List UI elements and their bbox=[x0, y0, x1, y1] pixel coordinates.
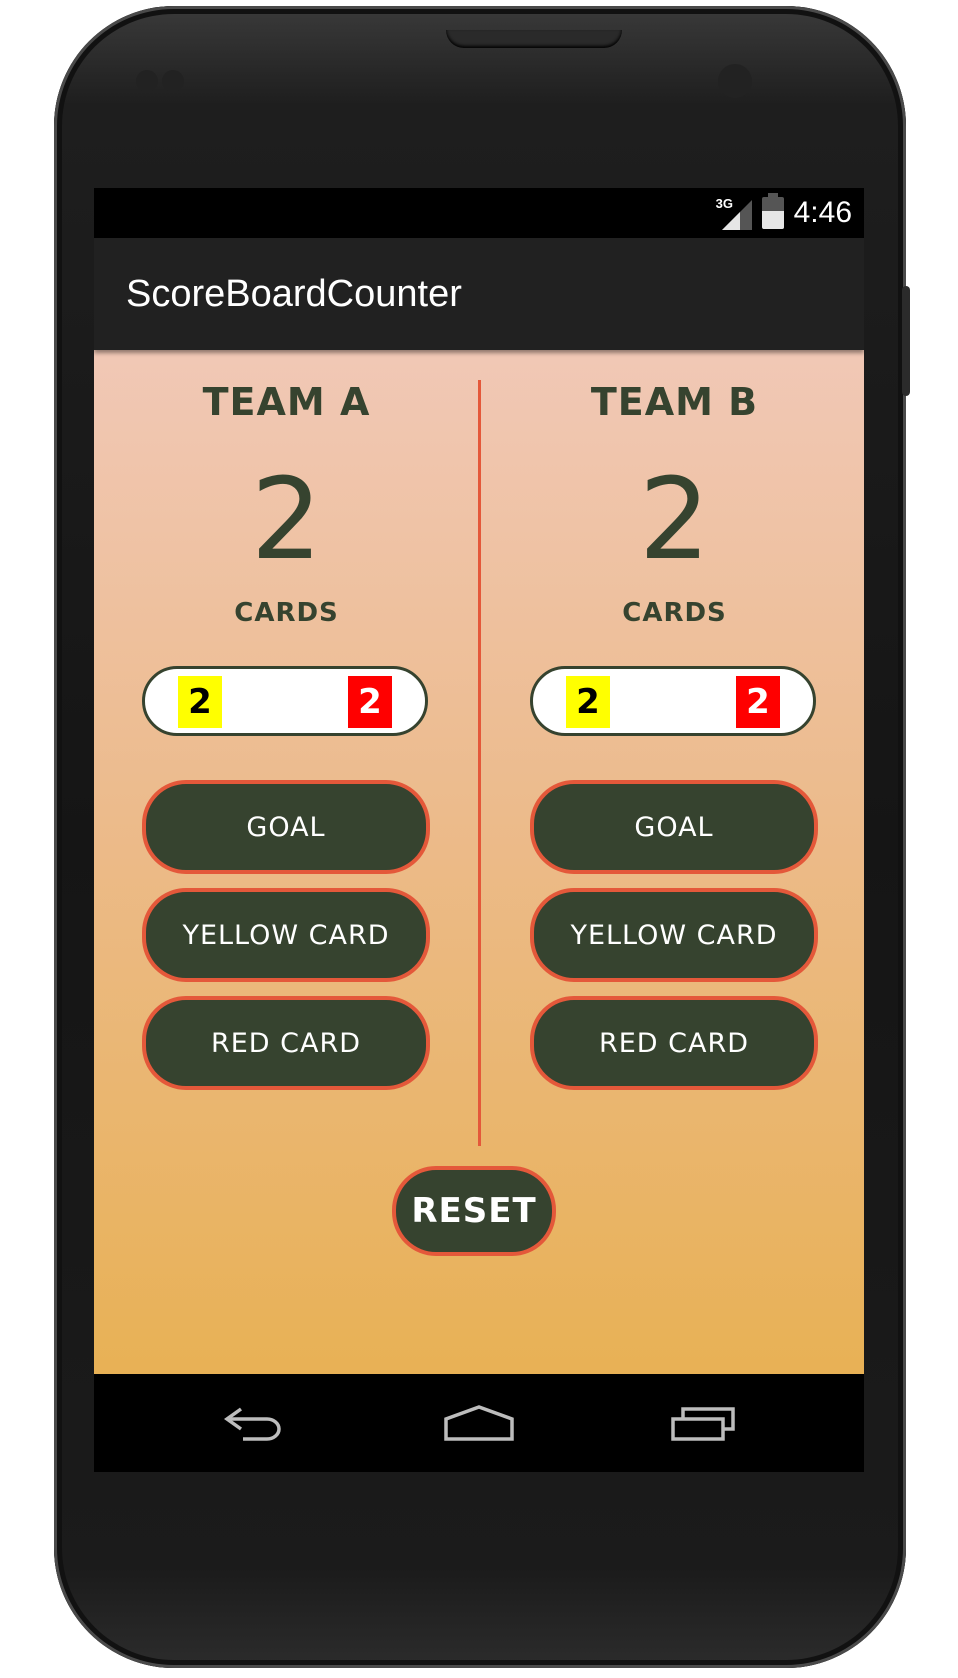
team-a-cards-display: 2 2 bbox=[142, 666, 428, 736]
home-button[interactable] bbox=[429, 1388, 529, 1458]
navigation-bar bbox=[94, 1374, 864, 1472]
recents-icon bbox=[671, 1407, 735, 1441]
team-a-score: 2 bbox=[250, 455, 323, 585]
team-b-name: TEAM B bbox=[590, 380, 759, 424]
team-b-score: 2 bbox=[638, 455, 711, 585]
earpiece-speaker bbox=[446, 30, 622, 48]
team-a-red-card-button[interactable]: RED CARD bbox=[142, 996, 430, 1090]
team-b-yellow-count: 2 bbox=[566, 676, 610, 728]
light-sensor bbox=[162, 70, 184, 92]
reset-button[interactable]: RESET bbox=[392, 1166, 556, 1256]
team-b-cards-display: 2 2 bbox=[530, 666, 816, 736]
team-divider bbox=[478, 380, 481, 1146]
team-a-yellow-card-button[interactable]: YELLOW CARD bbox=[142, 888, 430, 982]
side-button bbox=[902, 286, 910, 396]
team-b-cards-label: CARDS bbox=[622, 598, 727, 628]
battery-icon bbox=[761, 193, 784, 229]
team-a-red-count: 2 bbox=[348, 676, 392, 728]
team-b-red-count: 2 bbox=[736, 676, 780, 728]
screen: 3G 4:46 ScoreBoardCounter TEAM A 2 CARDS… bbox=[94, 188, 864, 1472]
team-a-yellow-count: 2 bbox=[178, 676, 222, 728]
proximity-sensor bbox=[136, 70, 158, 92]
recents-button[interactable] bbox=[654, 1388, 754, 1458]
team-b-red-card-button[interactable]: RED CARD bbox=[530, 996, 818, 1090]
action-bar: ScoreBoardCounter bbox=[94, 238, 864, 350]
status-time: 4:46 bbox=[793, 196, 852, 229]
status-bar: 3G 4:46 bbox=[94, 188, 864, 238]
back-icon bbox=[223, 1407, 281, 1441]
front-camera bbox=[718, 64, 752, 98]
signal-icon: 3G bbox=[716, 196, 752, 230]
team-a-goal-button[interactable]: GOAL bbox=[142, 780, 430, 874]
team-b-yellow-card-button[interactable]: YELLOW CARD bbox=[530, 888, 818, 982]
home-icon bbox=[444, 1405, 514, 1441]
team-a-cards-label: CARDS bbox=[234, 598, 339, 628]
app-title: ScoreBoardCounter bbox=[126, 273, 462, 315]
team-a-name: TEAM A bbox=[202, 380, 371, 424]
scoreboard-content: TEAM A 2 CARDS 2 2 GOAL YELLOW CARD RED … bbox=[94, 350, 864, 1374]
team-b-goal-button[interactable]: GOAL bbox=[530, 780, 818, 874]
back-button[interactable] bbox=[204, 1388, 304, 1458]
